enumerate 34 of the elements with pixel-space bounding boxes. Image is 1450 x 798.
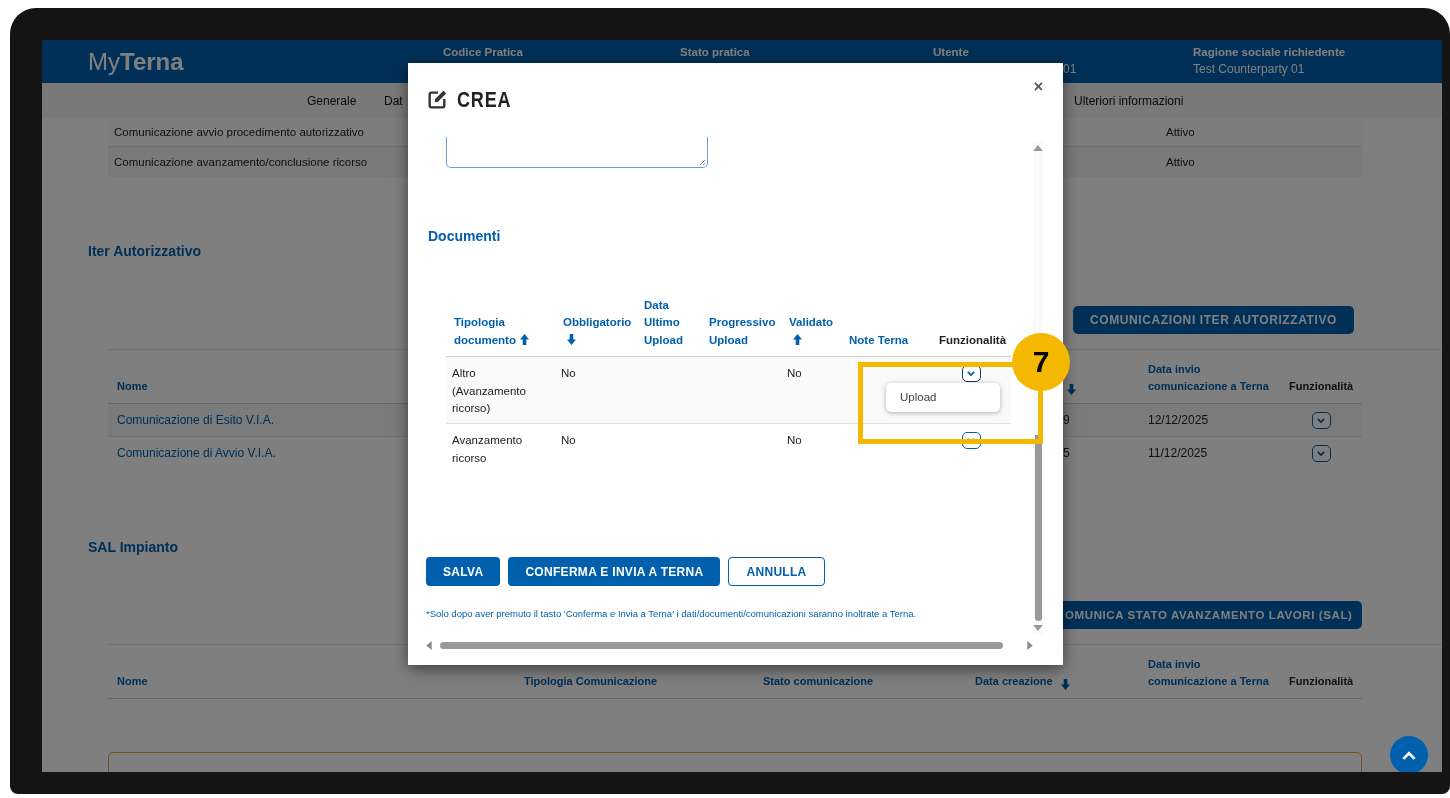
header-label: Codice Pratica xyxy=(443,46,524,58)
table-cell: 5 xyxy=(1063,446,1070,460)
table-cell: No xyxy=(561,434,576,446)
header-value: Test Counterparty 01 xyxy=(1193,62,1306,76)
header-label: Ragione sociale richiedente xyxy=(1193,46,1347,58)
table-cell: Comunicazione avanzamento/conclusione ricorso xyxy=(114,156,368,168)
header-label: Stato pratica xyxy=(680,46,751,58)
section-title: SAL Impianto xyxy=(88,539,179,555)
table-cell: 12/12/2025 xyxy=(1148,413,1209,427)
column-header: Nome xyxy=(117,379,148,394)
section-title: Documenti xyxy=(428,228,502,244)
table-cell: No xyxy=(561,367,576,379)
column-header: Funzionalità xyxy=(1289,674,1354,689)
table-cell: Avanzamento ricorso xyxy=(452,434,523,464)
footnote: *Solo dopo aver premuto il tasto 'Conferma e Invia a Terna' i dati/documenti/comunicazioni saranno inoltrate a Terna. xyxy=(426,608,918,619)
column-header: Data creazione xyxy=(975,674,1053,689)
column-header: Stato comunicazione xyxy=(763,674,874,689)
column-header: Data invio comunicazione a Terna xyxy=(1148,362,1270,394)
column-header: Data invio comunicazione a Terna xyxy=(1148,657,1270,689)
column-header: Tipologia Comunicazione xyxy=(524,674,658,689)
table-cell: 9 xyxy=(1063,413,1070,427)
table-cell: Attivo xyxy=(1166,156,1195,168)
header-label: Utente xyxy=(933,46,970,58)
column-header: Funzionalità xyxy=(1289,379,1354,394)
table-cell: Comunicazione avvio procedimento autorizzativo xyxy=(114,126,364,138)
section-title: Iter Autorizzativo xyxy=(88,243,203,259)
table-cell: 11/12/2025 xyxy=(1148,446,1208,460)
table-cell: Attivo xyxy=(1166,126,1195,138)
table-cell: Altro (Avanzamento ricorso) xyxy=(452,367,526,414)
table-cell: No xyxy=(787,367,802,379)
column-header: Nome xyxy=(117,674,148,689)
header-value: 01 xyxy=(1063,62,1078,76)
table-cell: No xyxy=(787,434,802,446)
modal-title: CREA xyxy=(457,87,512,113)
